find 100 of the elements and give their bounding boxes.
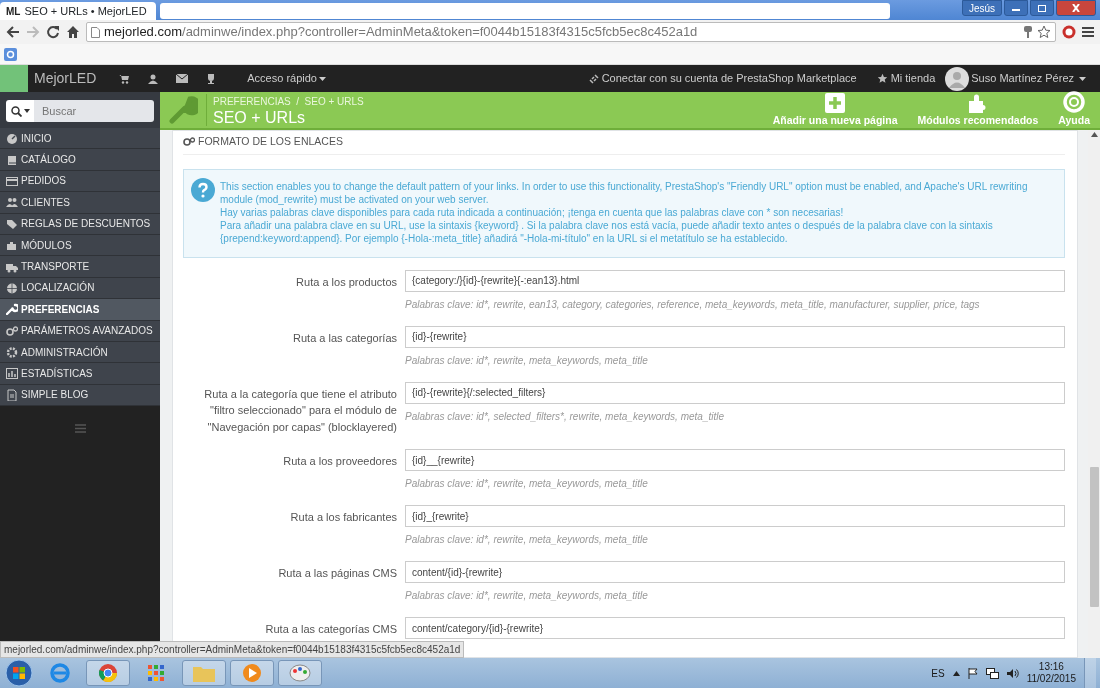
marketplace-link[interactable]: Conectar con su cuenta de PrestaShop Marketplace	[601, 70, 857, 87]
field-label: Ruta a la categoría que tiene el atributo "filtro seleccionado" para el módulo de "Navegación por capas" (blocklayered)	[203, 386, 397, 435]
caret-icon	[23, 109, 30, 113]
sidebar-item[interactable]: INICIO	[0, 128, 160, 150]
trophy-icon[interactable]	[206, 73, 217, 84]
field-label: Ruta a las categorías	[292, 330, 397, 346]
media-player-icon[interactable]	[230, 660, 274, 686]
text-input[interactable]: {id}__{rewrite}	[405, 449, 1065, 472]
help-text: Palabras clave: id*, rewrite, meta_keywords, meta_title	[405, 589, 649, 604]
menu-icon[interactable]	[1082, 26, 1094, 38]
browser-taskbar-icon[interactable]	[86, 660, 130, 686]
paint-palette-icon[interactable]	[278, 660, 322, 686]
sidebar-item[interactable]: CLIENTES	[0, 192, 160, 214]
reload-icon[interactable]	[46, 25, 60, 39]
gear-icon	[6, 346, 18, 359]
sidebar-item[interactable]: MÓDULOS	[0, 234, 160, 257]
user-icon[interactable]	[148, 73, 159, 84]
flag-icon[interactable]	[967, 667, 978, 679]
scroll-thumb[interactable]	[1089, 467, 1099, 607]
network-icon[interactable]	[985, 667, 999, 679]
store-link[interactable]: Mi tienda	[890, 70, 936, 87]
gears-icon	[183, 137, 195, 147]
text-input[interactable]: content/category/{id}-{rewrite}	[405, 617, 1065, 640]
user-menu[interactable]: Suso Martínez Pérez	[971, 70, 1074, 87]
gears-icon	[6, 324, 18, 337]
star-icon	[876, 73, 888, 84]
cart-icon[interactable]	[119, 73, 131, 84]
field-label: Ruta a las categorías CMS	[264, 622, 397, 638]
key-icon[interactable]	[1023, 25, 1033, 39]
sidebar-item[interactable]: ESTADÍSTICAS	[0, 363, 160, 385]
text-input[interactable]: content/{id}-{rewrite}	[405, 561, 1065, 584]
profile-button[interactable]: Jesús	[961, 0, 1002, 16]
minimize-button[interactable]	[1004, 0, 1028, 16]
help-text: Palabras clave: id*, selected_filters*, rewrite, meta_keywords, meta_title	[405, 409, 726, 424]
help-text: Palabras clave: id*, rewrite, meta_keywords, meta_title	[405, 477, 649, 492]
bookmark-icon[interactable]	[4, 47, 17, 61]
field-label: Ruta a los productos	[295, 274, 397, 290]
tag-icon	[6, 217, 18, 230]
sidebar-item[interactable]: PREFERENCIAS	[0, 299, 160, 321]
sidebar-item[interactable]: LOCALIZACIÓN	[0, 277, 160, 300]
caret-icon	[318, 76, 326, 81]
close-button[interactable]	[1056, 0, 1096, 16]
sidebar-item[interactable]: PEDIDOS	[0, 170, 160, 193]
sidebar-item[interactable]: REGLAS DE DESCUENTOS	[0, 213, 160, 235]
document-icon	[6, 388, 18, 401]
book-icon	[6, 153, 18, 166]
sidebar-item[interactable]: PARÁMETROS AVANZADOS	[0, 320, 160, 342]
text-input[interactable]: {id}_{rewrite}	[405, 505, 1065, 528]
info-text: This section enables you to change the default pattern of your links. In order to use this functionality, PrestaShop's "Friendly URL" option must be enabled, and Apache's URL rewriting module (mod_rewrite) must be activated on your web server.	[220, 179, 1029, 206]
quick-access-menu[interactable]: Acceso rápido	[247, 70, 317, 87]
field-label: Ruta a las páginas CMS	[277, 566, 397, 582]
users-icon	[6, 196, 18, 209]
chart-icon	[6, 367, 18, 380]
caret-icon	[1079, 76, 1086, 81]
stop-sign-icon[interactable]	[1062, 25, 1076, 39]
brand-name[interactable]: MejorLED	[34, 68, 97, 89]
text-input[interactable]: {id}-{rewrite}	[405, 325, 1065, 348]
browser-tab[interactable]: ML SEO + URLs • MejorLED	[0, 2, 156, 20]
maximize-icon	[1037, 4, 1047, 12]
sidebar-item[interactable]: ADMINISTRACIÓN	[0, 341, 160, 364]
star-icon[interactable]	[1037, 25, 1051, 39]
sidebar-item[interactable]: TRANSPORTE	[0, 256, 160, 278]
text-input[interactable]: {id}-{rewrite}{/:selected_filters}	[405, 381, 1065, 404]
card-icon	[6, 174, 18, 187]
scroll-up-icon[interactable]	[1090, 132, 1098, 137]
favicon: ML	[6, 4, 21, 19]
scrollbar[interactable]	[1088, 130, 1100, 658]
info-text: Para añadir una palabra clave en su URL, use la sintaxis {keyword} . Si la palabra clave nos está vacía, puede añadir texto antes o después de la palabra clave con la sintaxis {prepend:keyword:append}. Por ejemplo {-Hola-:meta_title} añadirá "-Hola-mi-título" en la URL si el metatítulo se ha establecido.	[220, 218, 994, 245]
back-icon[interactable]	[6, 25, 20, 39]
gauge-icon	[6, 132, 18, 145]
close-icon	[1071, 4, 1081, 12]
sidebar-item[interactable]: CATÁLOGO	[0, 149, 160, 171]
maximize-button[interactable]	[1030, 0, 1054, 16]
help-icon	[191, 177, 215, 202]
page-icon	[91, 26, 100, 38]
sidebar-item[interactable]: SIMPLE BLOG	[0, 384, 160, 407]
address-bar[interactable]: mejorled.com/adminwe/index.php?controller=AdminMeta&token=f0044b15183f4315c5fcb5ec8c452a1d	[86, 22, 1056, 42]
lifebuoy-icon	[1063, 91, 1086, 114]
status-url: mejorled.com/adminwe/index.php?controller=AdminMeta&token=f0044b15183f4315c5fcb5ec8c452a1d	[0, 641, 465, 658]
speaker-icon[interactable]	[1006, 667, 1019, 679]
puzzle-icon	[6, 239, 18, 252]
info-text: Hay varias palabras clave disponibles para cada ruta indicada a continuación; ¡tenga en cuenta que las palabras clave con * son necesarias!	[220, 205, 845, 219]
help-text: Palabras clave: id*, rewrite, meta_keywords, meta_title	[405, 533, 649, 548]
caret-icon[interactable]	[952, 670, 960, 676]
avatar-icon[interactable]	[945, 66, 970, 91]
page-title: SEO + URLs	[213, 108, 307, 127]
clock[interactable]: 13:16 11/02/2015	[1026, 661, 1076, 685]
logo-tile[interactable]	[0, 65, 28, 92]
search-field[interactable]: Buscar	[34, 100, 154, 122]
search-options-button[interactable]	[6, 100, 34, 122]
envelope-icon[interactable]	[176, 74, 189, 83]
start-button[interactable]	[4, 659, 34, 687]
panel-heading: FORMATO DE LOS ENLACES	[198, 134, 343, 149]
help-text: Palabras clave: id*, rewrite, ean13, category, categories, reference, meta_keywords, meta_title, manufacturer, supplier, price, tags	[405, 297, 981, 312]
help-text: Palabras clave: id*, rewrite, meta_keywords, meta_title	[405, 353, 649, 368]
field-label: Ruta a los proveedores	[282, 454, 397, 470]
globe-icon	[6, 281, 18, 294]
text-input[interactable]: {category:/}{id}-{rewrite}{-:ean13}.html	[405, 269, 1065, 292]
home-icon[interactable]	[66, 25, 80, 39]
language-indicator[interactable]: ES	[931, 665, 945, 681]
